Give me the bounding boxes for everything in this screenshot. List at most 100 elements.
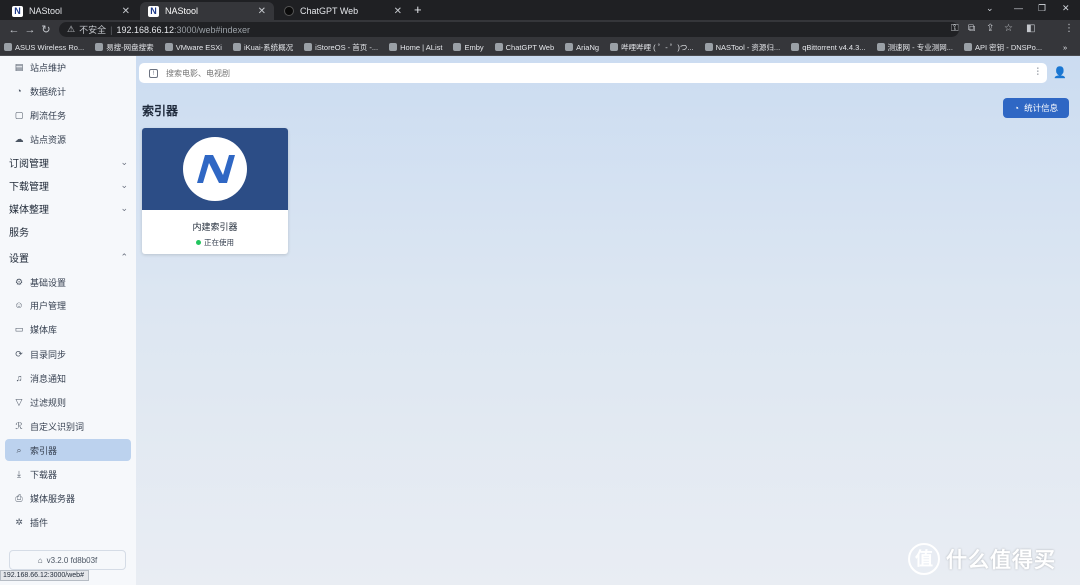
sidebar-item[interactable]: ⎙ 媒体服务器 [0, 487, 132, 509]
stats-button[interactable]: ◔ 统计信息 [1003, 98, 1069, 118]
close-tab-icon[interactable]: ✕ [394, 6, 402, 17]
sidebar-item[interactable]: ⤓ 下载器 [0, 463, 132, 485]
sidebar-item[interactable]: ▭ 媒体库 [0, 318, 132, 340]
filter-icon: ▽ [15, 396, 23, 407]
cloud-icon: ☁ [14, 133, 24, 144]
sidebar-item-label: 站点资源 [30, 134, 67, 145]
bookmark-item[interactable]: API 密钥 - DNSPo... [963, 42, 1043, 53]
tab-title: ChatGPT Web [300, 6, 359, 16]
address-separator: | [110, 24, 113, 35]
sidebar-item-label: 数据统计 [30, 86, 67, 97]
sidebar-item[interactable]: ◔ 数据统计 [0, 80, 132, 102]
bookmark-item[interactable]: iKuai-系统概况 [232, 42, 294, 53]
search-input[interactable] [166, 68, 466, 78]
new-tab-button[interactable]: + [414, 2, 422, 17]
bookmark-item[interactable]: iStoreOS - 首页 -... [304, 42, 378, 53]
nastool-favicon-icon: N [148, 5, 159, 17]
page-title: 索引器 [142, 104, 179, 118]
sidebar-item[interactable]: ▤ 站点维护 [0, 56, 132, 78]
address-bar[interactable]: ⚠ 不安全 | 192.168.66.12:3000/web#indexer [59, 22, 959, 37]
bookmark-item[interactable]: Emby [453, 43, 484, 52]
browser-tab-active[interactable]: N NAStool ✕ [140, 2, 274, 20]
bookmark-star-icon[interactable]: ☆ [1004, 23, 1013, 34]
chevron-icon[interactable]: ⌄ [120, 180, 128, 191]
sidebar-item[interactable]: 设置 ⌃ [0, 246, 132, 268]
forward-icon[interactable]: → [22, 24, 38, 36]
tab-search-icon[interactable]: ⌄ [986, 3, 994, 14]
chevron-icon[interactable]: ⌄ [120, 157, 128, 168]
reload-icon[interactable]: ↻ [38, 23, 54, 36]
sidebar-item[interactable]: ✲ 插件 [0, 511, 132, 533]
bookmark-item[interactable]: 易搜-网盘搜索 [95, 42, 154, 53]
version-badge[interactable]: ⌂ v3.2.0 fd8b03f [9, 550, 126, 570]
sidebar-item-label: 订阅管理 [9, 158, 49, 170]
task-icon: ▢ [14, 109, 24, 120]
sidebar-item[interactable]: ▽ 过滤规则 [0, 391, 132, 413]
indexer-card[interactable]: 内建索引器 正在使用 [142, 128, 288, 254]
sidebar-item[interactable]: ⟳ 目录同步 [0, 343, 132, 365]
sidepanel-icon[interactable]: ◧ [1026, 23, 1035, 34]
sidebar-item-label: 消息通知 [30, 373, 67, 384]
bookmark-favicon-icon [876, 43, 885, 51]
bookmark-item[interactable]: Home | AList [389, 43, 442, 52]
bookmark-label: API 密钥 - DNSPo... [974, 42, 1043, 52]
bookmark-favicon-icon [565, 43, 574, 51]
warning-icon[interactable]: ⚠ [67, 24, 75, 35]
sidebar-item-label: 下载管理 [9, 181, 49, 193]
sidebar-item[interactable]: ⚙ 基础设置 [0, 271, 132, 293]
menu-icon[interactable]: ⋮ [1064, 23, 1074, 34]
bookmark-item[interactable]: 测速网 - 专业测网... [876, 42, 953, 53]
bookmark-item[interactable]: AriaNg [565, 43, 599, 52]
minimize-icon[interactable]: — [1014, 3, 1023, 13]
bookmark-item[interactable]: 哔哩哔哩 ( ゜- ゜)つ... [610, 42, 694, 53]
user-icon[interactable]: 👤 [1053, 66, 1067, 79]
sidebar-item[interactable]: ☁ 站点资源 [0, 128, 132, 150]
sidebar-item[interactable]: ☺ 用户管理 [0, 294, 132, 316]
sidebar-item-label: 服务 [9, 227, 29, 239]
close-tab-icon[interactable]: ✕ [122, 6, 130, 17]
bookmark-label: iKuai-系统概况 [243, 42, 294, 52]
maximize-icon[interactable]: ❐ [1038, 3, 1046, 14]
plugin-icon: ✲ [15, 516, 23, 527]
sidebar-item[interactable]: ♫ 消息通知 [0, 367, 132, 389]
back-icon[interactable]: ← [6, 24, 22, 36]
close-window-icon[interactable]: ✕ [1062, 3, 1070, 14]
close-tab-icon[interactable]: ✕ [258, 6, 266, 17]
translate-icon[interactable]: ⧉ [968, 23, 975, 34]
indexer-name: 内建索引器 [192, 222, 238, 232]
sidebar-item[interactable]: ▢ 刷流任务 [0, 104, 132, 126]
bookmark-item[interactable]: ChatGPT Web [494, 43, 554, 52]
sidebar-item-label: 基础设置 [30, 277, 67, 288]
bookmark-favicon-icon [453, 43, 462, 51]
sidebar-item-label: 刷流任务 [30, 110, 67, 121]
bookmark-label: 测速网 - 专业测网... [887, 42, 953, 52]
sidebar-item[interactable]: 订阅管理 ⌄ [0, 151, 132, 173]
bookmark-label: Home | AList [400, 42, 443, 52]
key-icon[interactable]: ⚿ [951, 23, 959, 34]
more-bookmarks-icon[interactable]: » [1063, 43, 1067, 52]
browser-tab[interactable]: N NAStool ✕ [4, 2, 138, 20]
bookmark-item[interactable]: VMware ESXi [164, 43, 222, 52]
chevron-icon[interactable]: ⌃ [120, 252, 128, 263]
bookmark-item[interactable]: NASTool - 资源归... [704, 42, 780, 53]
browser-tab[interactable]: ChatGPT Web ✕ [276, 2, 410, 20]
sidebar-item-label: 用户管理 [30, 300, 67, 311]
chevron-icon[interactable]: ⌄ [120, 203, 128, 214]
sidebar-item[interactable]: 下载管理 ⌄ [0, 174, 132, 196]
share-icon[interactable]: ⇪ [986, 23, 994, 34]
bookmark-label: 哔哩哔哩 ( ゜- ゜)つ... [621, 42, 694, 52]
sidebar-item[interactable]: 媒体整理 ⌄ [0, 197, 132, 219]
bookmark-item[interactable]: ASUS Wireless Ro... [4, 43, 84, 52]
bookmark-item[interactable]: qBittorrent v4.4.3... [791, 43, 866, 52]
main-content: ! ⫶ 👤 索引器 ◔ 统计信息 内建索引器 正在使用 值 什么值得买 [136, 56, 1080, 585]
bookmark-label: iStoreOS - 首页 -... [315, 42, 379, 52]
sidebar-item[interactable]: ℛ 自定义识别词 [0, 415, 132, 437]
tab-title: NAStool [165, 6, 199, 16]
filter-settings-icon[interactable]: ⫶ [1037, 67, 1040, 78]
search-bar[interactable]: ! ⫶ [139, 63, 1047, 83]
tab-title: NAStool [29, 6, 63, 16]
bookmark-favicon-icon [963, 43, 972, 51]
sidebar-item[interactable]: 服务 [0, 220, 132, 242]
sidebar-item[interactable]: ⌕ 索引器 [5, 439, 131, 461]
indexer-status-label: 正在使用 [204, 238, 234, 247]
